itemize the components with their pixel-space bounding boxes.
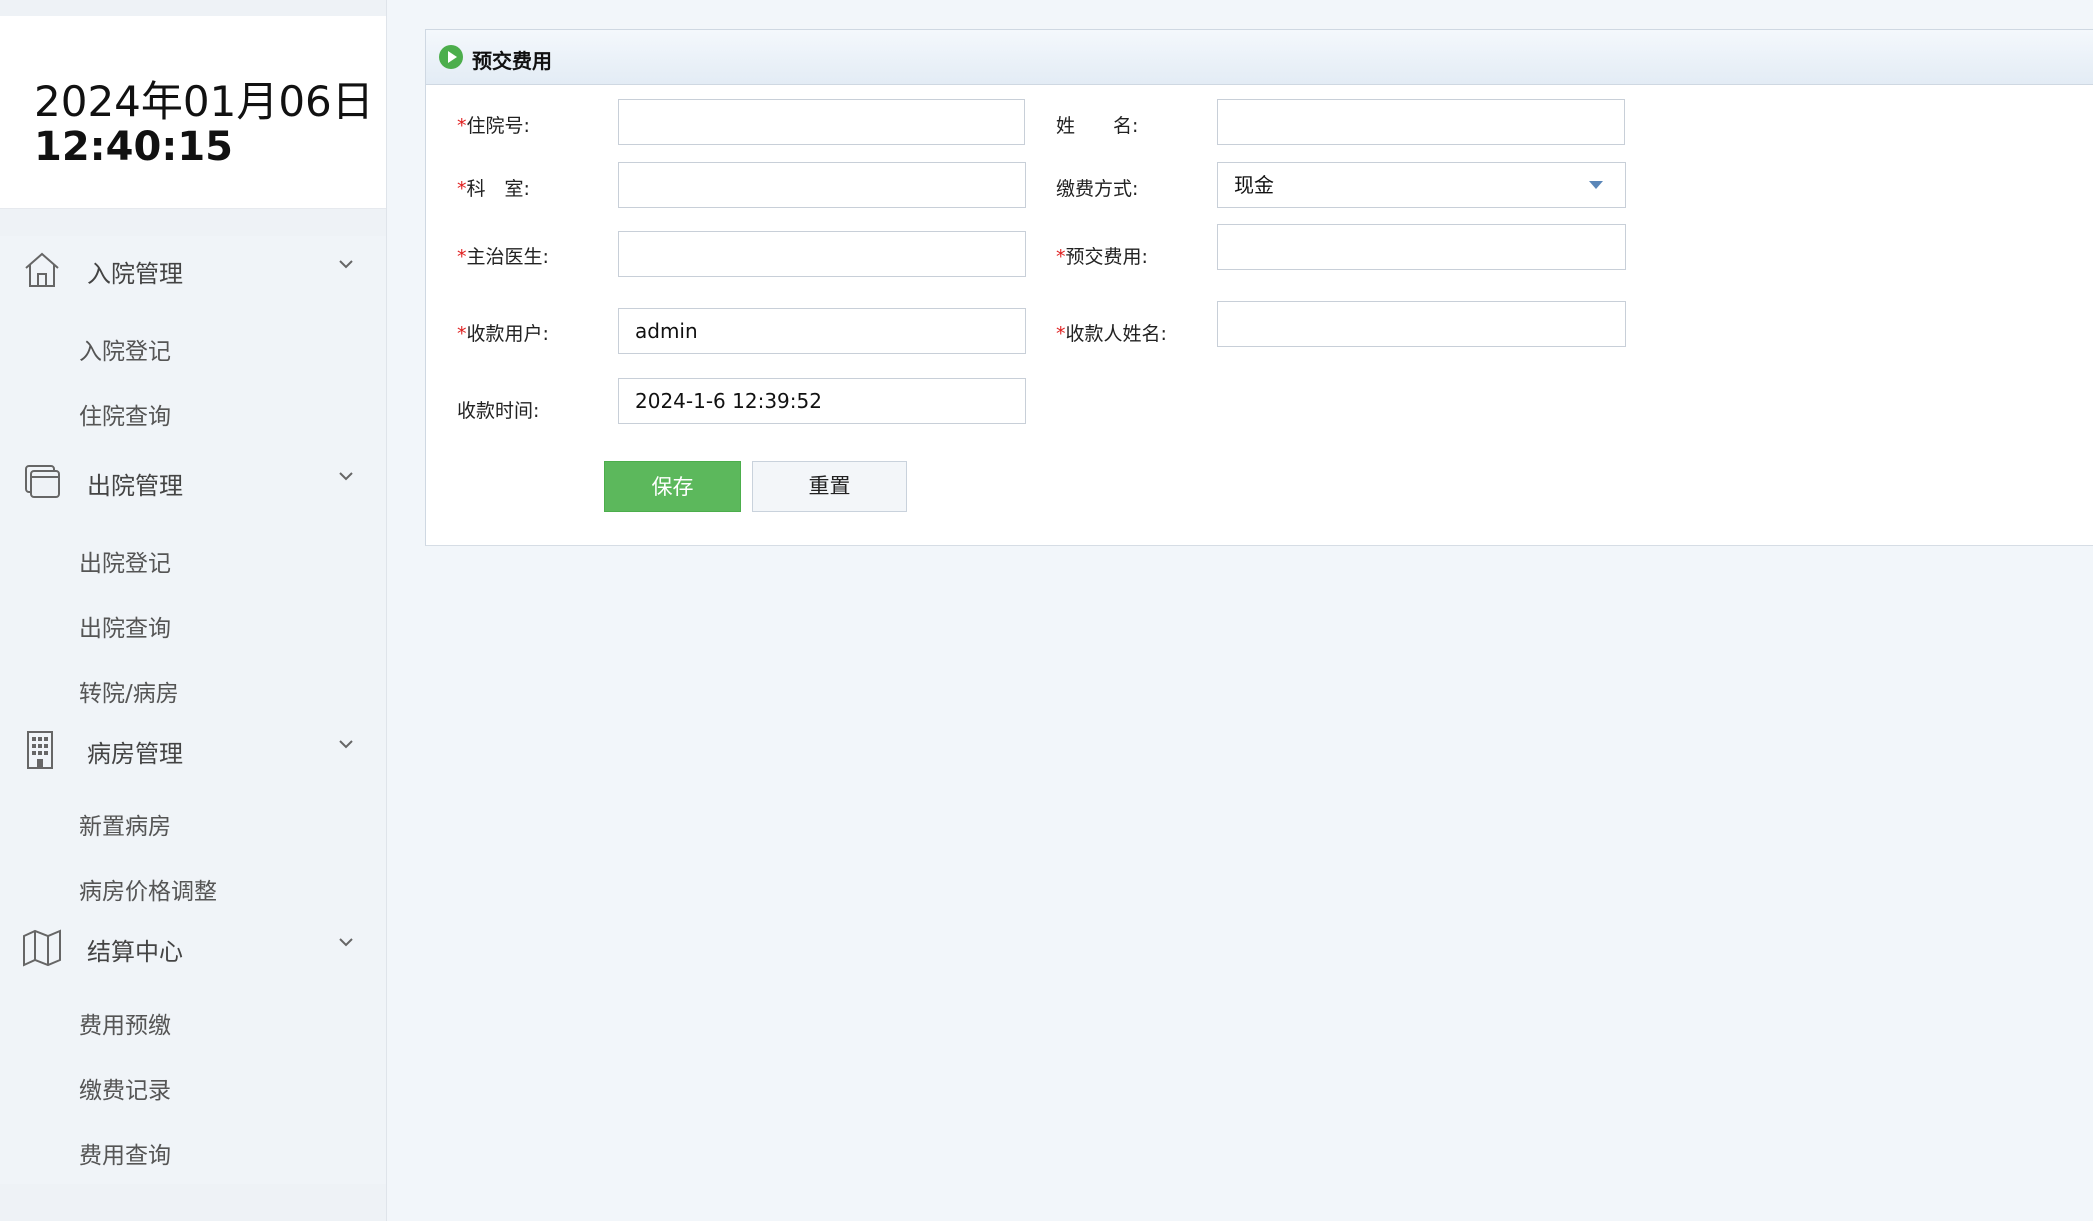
name-label: 姓 名: [1056,115,1139,137]
menu-item-fee-query[interactable]: 费用查询 [79,1136,171,1170]
menu-item-prepay[interactable]: 费用预缴 [79,1006,171,1040]
required-mark: * [457,115,467,137]
window-stack-icon [25,465,60,498]
menu-item-discharge-query[interactable]: 出院查询 [79,609,171,643]
required-mark: * [457,323,467,345]
menu-group-settlement[interactable]: 结算中心 [0,914,386,984]
menu-item-discharge-register[interactable]: 出院登记 [79,544,171,578]
dropdown-arrow-icon[interactable] [1589,181,1603,189]
doctor-input[interactable] [618,231,1026,277]
cashier-name-label: *收款人姓名: [1056,319,1167,346]
name-input[interactable] [1217,99,1625,145]
sidebar-menu: 入院管理 入院登记 住院查询 出院管理 出院登记 出院查询 转院/病房 病房管理… [0,236,386,1184]
payment-time-input[interactable]: 2024-1-6 12:39:52 [618,378,1026,424]
menu-group-label: 入院管理 [87,260,183,288]
prepay-amount-input[interactable] [1217,224,1626,270]
panel-header: 预交费用 [426,30,2093,85]
label-text: 主治医生: [466,246,549,268]
clock-panel: 2024年01月06日 12:40:15 [0,16,386,209]
map-icon [23,929,61,967]
required-mark: * [457,246,467,268]
menu-group-ward[interactable]: 病房管理 [0,716,386,786]
save-button[interactable]: 保存 [604,461,741,512]
menu-group-admission[interactable]: 入院管理 [0,236,386,306]
menu-group-label: 病房管理 [87,740,183,768]
payment-method-value: 现金 [1234,173,1274,197]
panel-title: 预交费用 [472,49,552,73]
chevron-down-icon [339,740,353,749]
chevron-down-icon [339,260,353,269]
label-text: 预交费用: [1065,246,1148,268]
home-icon [25,252,59,287]
admission-no-label: *住院号: [457,111,530,138]
menu-item-inpatient-query[interactable]: 住院查询 [79,397,171,431]
department-label: *科 室: [457,174,530,201]
menu-item-new-ward[interactable]: 新置病房 [79,807,171,841]
admission-no-input[interactable] [618,99,1025,145]
sidebar: 2024年01月06日 12:40:15 入院管理 入院登记 住院查询 出院管理 [0,0,387,1221]
menu-item-transfer[interactable]: 转院/病房 [79,674,179,708]
menu-group-label: 出院管理 [87,472,183,500]
prepay-panel: 预交费用 *住院号: 姓 名: *科 室: 缴费方式: 现金 *主治医生: *预… [425,29,2093,546]
menu-group-label: 结算中心 [87,938,183,966]
doctor-label: *主治医生: [457,242,549,269]
label-text: 收款用户: [466,323,549,345]
cashier-user-input[interactable]: admin [618,308,1026,354]
payment-time-label: 收款时间: [457,400,540,422]
building-icon [27,731,53,769]
department-input[interactable] [618,162,1026,208]
cashier-name-input[interactable] [1217,301,1626,347]
chevron-down-icon [339,472,353,481]
clock-date: 2024年01月06日 [34,77,374,126]
required-mark: * [457,178,467,200]
required-mark: * [1056,323,1066,345]
menu-item-admission-register[interactable]: 入院登记 [79,332,171,366]
menu-item-payment-records[interactable]: 缴费记录 [79,1071,171,1105]
menu-item-ward-price[interactable]: 病房价格调整 [79,872,217,906]
label-text: 住院号: [466,115,530,137]
reset-button[interactable]: 重置 [752,461,907,512]
label-text: 收款人姓名: [1065,323,1167,345]
payment-method-select[interactable]: 现金 [1217,162,1626,208]
label-text: 科 室: [466,178,530,200]
chevron-down-icon [339,938,353,947]
required-mark: * [1056,246,1066,268]
menu-group-discharge[interactable]: 出院管理 [0,448,386,518]
clock-time: 12:40:15 [34,124,233,170]
prepay-amount-label: *预交费用: [1056,242,1148,269]
cashier-user-label: *收款用户: [457,319,549,346]
payment-method-label: 缴费方式: [1056,178,1139,200]
play-circle-icon [439,45,463,69]
